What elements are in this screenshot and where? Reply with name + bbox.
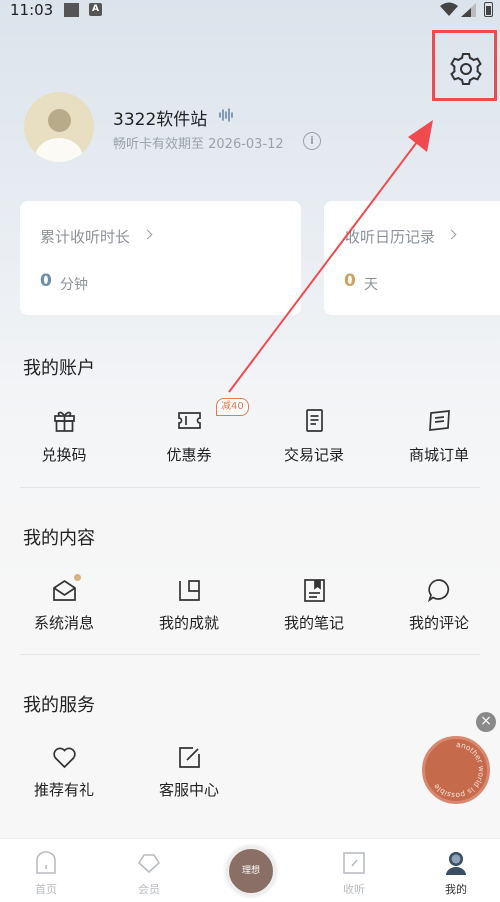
status-bar: 11:03 A <box>0 0 500 24</box>
unread-dot <box>74 574 81 581</box>
achievement-icon <box>179 580 200 601</box>
listen-icon <box>343 852 365 874</box>
tab-label: 我的 <box>445 883 467 896</box>
center-ideal-button[interactable]: 理想 <box>226 846 276 896</box>
stat-unit: 天 <box>364 277 378 293</box>
coupon-icon <box>178 412 201 429</box>
coupon-button[interactable]: 优惠券 <box>139 408 239 478</box>
promo-badge-text: another world is possible <box>431 740 486 800</box>
redeem-code-button[interactable]: 兑换码 <box>14 408 114 478</box>
listening-calendar-card[interactable]: 收听日历记录 0 天 <box>324 201 500 315</box>
avatar-body <box>35 138 83 162</box>
close-float-icon[interactable]: × <box>476 712 496 732</box>
notes-button[interactable]: 我的笔记 <box>264 578 364 648</box>
grid-item-label: 优惠券 <box>166 446 212 464</box>
grid-item-label: 我的评论 <box>408 614 469 632</box>
discount-badge: 减40 <box>216 398 249 416</box>
tab-label: 会员 <box>138 883 160 896</box>
username[interactable]: 3322软件站 <box>113 105 207 130</box>
tab-label: 收听 <box>343 883 365 896</box>
grid-item-label: 系统消息 <box>33 614 94 632</box>
status-time: 11:03 <box>10 1 54 19</box>
divider <box>20 654 480 655</box>
tab-label: 首页 <box>35 883 57 896</box>
promo-badge-text-icon: another world is possible <box>431 740 486 800</box>
chevron-right-icon <box>446 229 457 240</box>
divider <box>20 487 480 488</box>
battery-icon <box>484 2 493 17</box>
grid-item-label: 推荐有礼 <box>33 781 94 799</box>
notification-a-icon: A <box>89 3 102 16</box>
grid-item-label: 商城订单 <box>408 446 469 464</box>
diamond-icon <box>138 854 160 874</box>
comments-button[interactable]: 我的评论 <box>389 578 489 648</box>
referral-gift-button[interactable]: 推荐有礼 <box>14 745 114 815</box>
gift-icon <box>54 411 75 432</box>
grid-item-label: 交易记录 <box>283 446 344 464</box>
achievements-button[interactable]: 我的成就 <box>139 578 239 648</box>
grid-item-label: 客服中心 <box>158 781 219 799</box>
home-icon <box>36 851 56 874</box>
wifi-icon <box>440 2 458 16</box>
settings-gear-icon[interactable] <box>448 51 484 87</box>
notes-icon <box>304 579 325 602</box>
edit-icon <box>179 747 200 768</box>
stat-value: 0 <box>344 271 356 291</box>
mall-orders-button[interactable]: 商城订单 <box>389 408 489 478</box>
section-title-service: 我的服务 <box>23 695 95 716</box>
receipt-icon <box>306 409 323 432</box>
grid-item-label: 我的笔记 <box>283 614 344 632</box>
avatar-head <box>48 109 71 132</box>
stat-title: 累计收听时长 <box>40 228 131 246</box>
tab-mine[interactable]: 我的 <box>411 839 500 902</box>
stat-value: 0 <box>40 271 52 291</box>
order-list-icon <box>429 410 450 431</box>
customer-service-button[interactable]: 客服中心 <box>139 745 239 815</box>
grid-item-label: 兑换码 <box>41 446 87 464</box>
tab-home[interactable]: 首页 <box>1 839 91 902</box>
info-icon[interactable]: i <box>303 132 321 150</box>
stat-title: 收听日历记录 <box>345 228 436 246</box>
section-title-content: 我的内容 <box>23 528 95 549</box>
transactions-button[interactable]: 交易记录 <box>264 408 364 478</box>
signal-icon <box>461 3 476 17</box>
notification-square-icon <box>64 3 79 17</box>
tab-membership[interactable]: 会员 <box>104 839 194 902</box>
mail-icon <box>53 579 76 601</box>
voice-wave-icon <box>219 108 233 122</box>
comment-icon <box>427 579 450 603</box>
listening-time-card[interactable]: 累计收听时长 0 分钟 <box>20 201 301 315</box>
avatar[interactable] <box>24 92 94 162</box>
chevron-right-icon <box>142 229 153 240</box>
system-messages-button[interactable]: 系统消息 <box>14 578 114 648</box>
svg-text:another world is possible: another world is possible <box>431 740 486 800</box>
tab-listen[interactable]: 收听 <box>309 839 399 902</box>
stat-unit: 分钟 <box>60 277 88 293</box>
profile-icon <box>446 852 466 875</box>
heart-icon <box>53 747 76 769</box>
section-title-account: 我的账户 <box>23 358 95 379</box>
membership-expiry: 畅听卡有效期至 2026-03-12 <box>113 137 284 152</box>
grid-item-label: 我的成就 <box>158 614 219 632</box>
floating-promo-badge[interactable]: another world is possible <box>422 736 490 804</box>
